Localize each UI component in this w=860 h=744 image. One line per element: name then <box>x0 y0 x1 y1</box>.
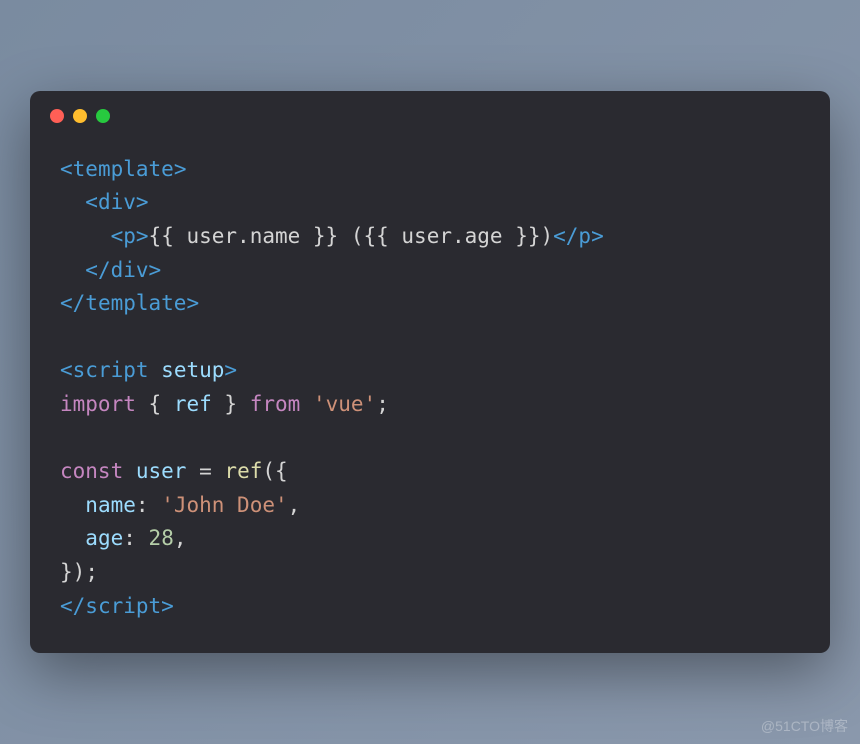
minimize-button[interactable] <box>73 109 87 123</box>
close-button[interactable] <box>50 109 64 123</box>
code-window: <template> <div> <p>{{ user.name }} ({{ … <box>30 91 830 653</box>
titlebar <box>30 91 830 133</box>
watermark: @51CTO博客 <box>761 716 848 736</box>
maximize-button[interactable] <box>96 109 110 123</box>
code-content: <template> <div> <p>{{ user.name }} ({{ … <box>30 133 830 653</box>
